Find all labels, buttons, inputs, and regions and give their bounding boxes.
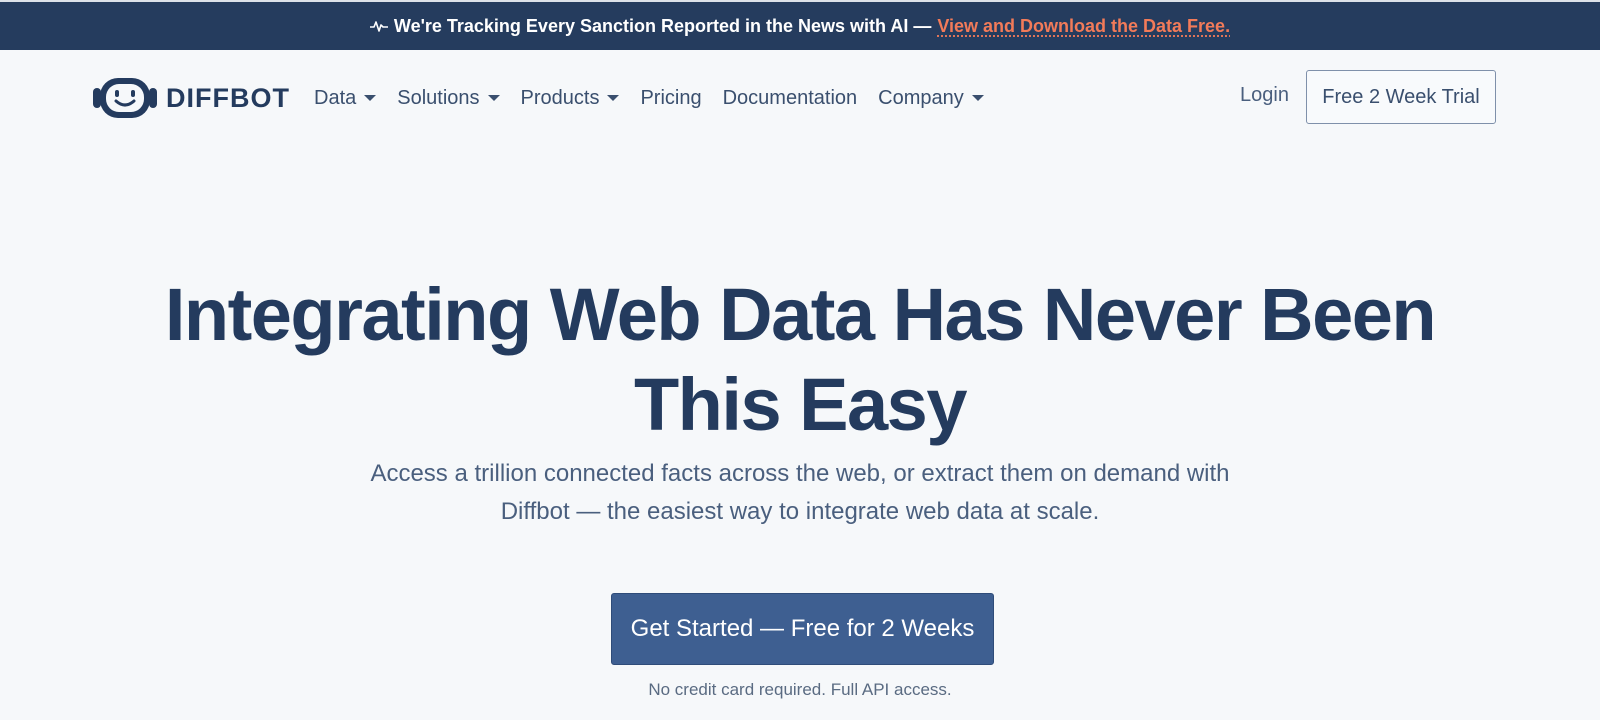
nav-item-products[interactable]: Products: [521, 87, 620, 110]
pulse-icon: [369, 21, 388, 32]
nav-item-data[interactable]: Data: [314, 86, 377, 110]
nav-item-label: Products: [520, 86, 600, 109]
brand-name: DIFFBOT: [166, 82, 290, 113]
caret-down-icon: [971, 95, 984, 101]
nav-item-company[interactable]: Company: [878, 87, 984, 110]
caret-down-icon: [487, 95, 500, 101]
nav-item-label: Pricing: [640, 86, 702, 109]
nav-menu: Data Solutions Products Pricing Document…: [314, 82, 1005, 114]
login-link[interactable]: Login: [1240, 84, 1289, 107]
nav-item-label: Company: [878, 86, 964, 109]
hero-subtitle: Access a trillion connected facts across…: [370, 460, 1230, 525]
announcement-banner: We're Tracking Every Sanction Reported i…: [0, 0, 1600, 50]
nav-item-documentation[interactable]: Documentation: [723, 87, 858, 110]
nav-item-label: Data: [314, 86, 357, 109]
nav-item-label: Documentation: [722, 86, 858, 109]
logo-link[interactable]: DIFFBOT: [92, 76, 290, 120]
get-started-button[interactable]: Get Started — Free for 2 Weeks: [611, 593, 994, 665]
free-trial-button[interactable]: Free 2 Week Trial: [1306, 70, 1496, 124]
caret-down-icon: [364, 95, 377, 101]
caret-down-icon: [607, 95, 620, 101]
navbar: DIFFBOT Data Solutions Products Pricing …: [0, 50, 1600, 146]
nav-item-pricing[interactable]: Pricing: [640, 87, 701, 110]
hero-title: Integrating Web Data Has Never Been This…: [164, 273, 1437, 446]
announcement-link[interactable]: View and Download the Data Free.: [937, 16, 1230, 37]
nav-item-label: Solutions: [397, 86, 480, 109]
robot-face-icon: [93, 78, 157, 118]
cta-note: No credit card required. Full API access…: [648, 680, 952, 699]
nav-item-solutions[interactable]: Solutions: [397, 86, 500, 110]
announcement-text: We're Tracking Every Sanction Reported i…: [393, 15, 932, 36]
